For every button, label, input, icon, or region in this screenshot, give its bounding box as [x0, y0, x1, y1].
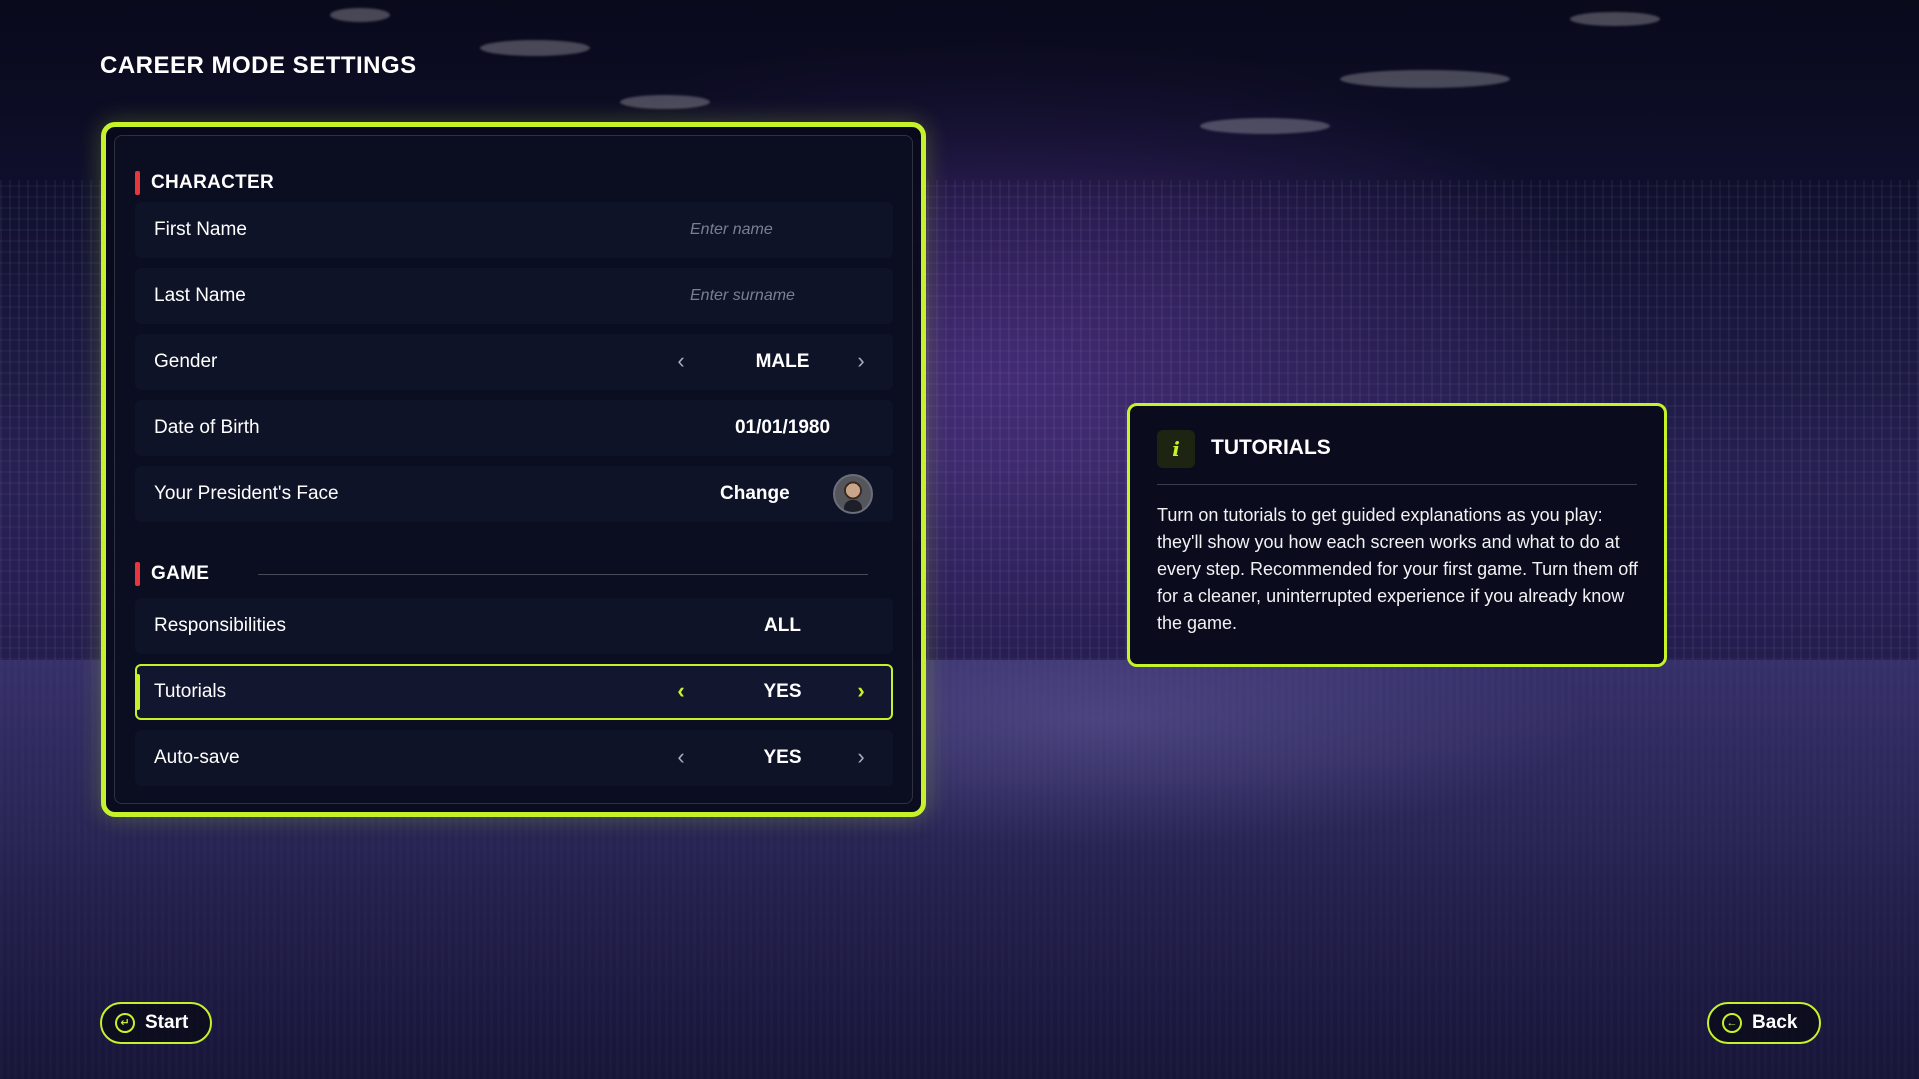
chevron-left-icon[interactable]: ‹	[669, 350, 693, 374]
avatar[interactable]	[833, 474, 873, 514]
info-description: Turn on tutorials to get guided explanat…	[1157, 505, 1638, 633]
floodlight-decor	[480, 40, 590, 56]
chevron-right-icon[interactable]: ›	[849, 350, 873, 374]
settings-panel: CHARACTER First Name Last Name Gender ‹ …	[101, 122, 926, 817]
section-label: CHARACTER	[151, 172, 275, 193]
info-title: TUTORIALS	[1211, 436, 1331, 459]
info-panel: i TUTORIALS Turn on tutorials to get gui…	[1127, 403, 1667, 667]
start-button-label: Start	[145, 1012, 189, 1033]
enter-icon: ↵	[115, 1013, 135, 1033]
tutorials-value: YES	[763, 681, 802, 702]
row-label: Last Name	[154, 285, 246, 306]
avatar-body-icon	[844, 500, 862, 512]
back-arrow-icon: ←	[1722, 1013, 1742, 1033]
row-label: Gender	[154, 351, 218, 372]
row-president-face[interactable]: Your President's Face Change	[135, 466, 893, 522]
row-gender[interactable]: Gender ‹ MALE ›	[135, 334, 893, 390]
section-header-character: CHARACTER	[135, 170, 274, 196]
last-name-input[interactable]	[690, 287, 870, 305]
page-title: CAREER MODE SETTINGS	[100, 52, 417, 79]
row-label: Responsibilities	[154, 615, 287, 636]
row-tutorials[interactable]: Tutorials ‹ YES ›	[135, 664, 893, 720]
info-icon: i	[1157, 430, 1195, 468]
row-autosave[interactable]: Auto-save ‹ YES ›	[135, 730, 893, 786]
floodlight-decor	[330, 8, 390, 22]
floodlight-decor	[1570, 12, 1660, 26]
date-of-birth-value: 01/01/1980	[734, 417, 831, 438]
settings-panel-inner: CHARACTER First Name Last Name Gender ‹ …	[114, 135, 913, 804]
chevron-right-icon[interactable]: ›	[849, 680, 873, 704]
start-button[interactable]: ↵ Start	[100, 1002, 213, 1044]
row-responsibilities[interactable]: Responsibilities ALL	[135, 598, 893, 654]
back-button[interactable]: ← Back	[1707, 1002, 1822, 1044]
row-label: Date of Birth	[154, 417, 260, 438]
section-divider	[258, 574, 868, 575]
back-button-label: Back	[1752, 1012, 1798, 1033]
floodlight-decor	[1200, 118, 1330, 134]
change-face-button[interactable]: Change	[720, 483, 790, 505]
section-header-game: GAME	[135, 561, 893, 587]
chevron-right-icon[interactable]: ›	[849, 746, 873, 770]
autosave-value: YES	[763, 747, 802, 768]
floodlight-decor	[1340, 70, 1510, 88]
first-name-input[interactable]	[690, 221, 870, 239]
row-label: Your President's Face	[154, 483, 339, 504]
section-label: GAME	[151, 563, 210, 584]
responsibilities-value: ALL	[764, 615, 801, 636]
row-date-of-birth[interactable]: Date of Birth 01/01/1980	[135, 400, 893, 456]
section-marker	[135, 171, 140, 195]
row-first-name[interactable]: First Name	[135, 202, 893, 258]
row-label: First Name	[154, 219, 247, 240]
section-marker	[135, 562, 140, 586]
row-label: Auto-save	[154, 747, 240, 768]
info-divider	[1157, 484, 1637, 485]
row-last-name[interactable]: Last Name	[135, 268, 893, 324]
floodlight-decor	[620, 95, 710, 109]
row-label: Tutorials	[154, 681, 227, 702]
chevron-left-icon[interactable]: ‹	[669, 680, 693, 704]
chevron-left-icon[interactable]: ‹	[669, 746, 693, 770]
gender-value: MALE	[755, 351, 810, 372]
